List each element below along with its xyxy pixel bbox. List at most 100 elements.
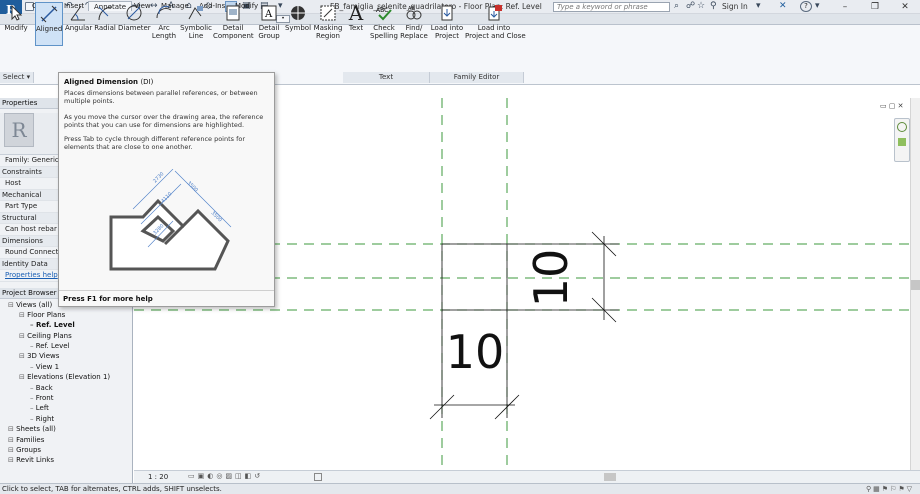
view-scale[interactable]: 1 : 20 xyxy=(148,473,168,481)
find-replace-icon: AB xyxy=(406,6,422,20)
horizontal-scroll-thumb[interactable] xyxy=(604,473,616,481)
browser-item[interactable]: ⊟ Sheets (all) xyxy=(0,424,132,434)
browser-item[interactable]: ⊟ Ceiling Plans xyxy=(0,331,132,341)
text-tool-icon: A xyxy=(348,1,364,25)
symbolic-line-button[interactable]: Symbolic Line xyxy=(180,2,212,46)
horizontal-dimension-text[interactable]: 10 xyxy=(446,325,505,379)
panel-select[interactable]: Select ▾ xyxy=(0,72,34,83)
vertical-scrollbar[interactable] xyxy=(910,98,920,470)
zoom-icon[interactable] xyxy=(898,138,906,146)
detail-group-icon: A xyxy=(261,5,277,21)
browser-item[interactable]: – Ref. Level xyxy=(0,320,132,330)
browser-item[interactable]: – Left xyxy=(0,403,132,413)
detail-component-button[interactable]: Detail Component xyxy=(213,2,254,46)
load-and-close-icon xyxy=(488,5,502,21)
browser-item-label: Ref. Level xyxy=(35,342,70,351)
expand-toggle-icon[interactable]: ⊟ xyxy=(19,311,27,319)
browser-item[interactable]: – Front xyxy=(0,393,132,403)
browser-item[interactable]: ⊟ Floor Plans xyxy=(0,310,132,320)
maximize-button[interactable]: ❐ xyxy=(860,0,890,14)
detail-group-button[interactable]: A Detail Group xyxy=(256,2,282,46)
scroll-left-icon[interactable] xyxy=(314,473,322,481)
browser-item-label: Revit Links xyxy=(16,456,54,465)
expand-toggle-icon[interactable]: ⊟ xyxy=(8,446,16,454)
masking-region-icon xyxy=(320,5,336,21)
expand-toggle-icon[interactable]: ⊟ xyxy=(19,332,27,340)
user-icon[interactable]: ⚲ xyxy=(710,1,717,11)
tooltip-dim-1: 2730 xyxy=(152,171,165,184)
help-button[interactable]: ? xyxy=(800,1,812,12)
favorites-icon[interactable]: ☆ xyxy=(697,1,705,11)
browser-item[interactable]: – Back xyxy=(0,383,132,393)
diameter-dimension-button[interactable]: Diameter xyxy=(118,2,151,46)
selection-filter-icons[interactable]: ⚲▦⚑⚐⚑▽ xyxy=(866,484,914,494)
find-replace-button[interactable]: AB Find/ Replace xyxy=(400,2,428,46)
tooltip-shortcut: (DI) xyxy=(140,78,154,86)
radial-dimension-button[interactable]: Radial xyxy=(93,2,117,46)
check-spelling-icon: ABC xyxy=(376,7,392,21)
browser-item-label: View 1 xyxy=(35,362,60,371)
expand-toggle-icon[interactable]: ⊟ xyxy=(19,373,27,381)
vertical-scroll-thumb[interactable] xyxy=(911,280,920,290)
aligned-dimension-tooltip: Aligned Dimension (DI) Places dimensions… xyxy=(58,72,275,307)
vertical-dimension-text[interactable]: 10 xyxy=(524,249,578,308)
tooltip-description-3: Press Tab to cycle through different ref… xyxy=(64,135,246,152)
subscription-icon[interactable]: ☍ xyxy=(686,1,695,11)
panel-family-editor: Family Editor xyxy=(430,72,524,83)
detail-component-icon xyxy=(226,5,240,21)
detail-group-label: Detail Group xyxy=(258,24,280,40)
steering-wheel-icon[interactable] xyxy=(897,122,907,132)
symbolic-line-label: Symbolic Line xyxy=(180,24,212,40)
masking-region-button[interactable]: Masking Region xyxy=(313,2,343,46)
cursor-icon xyxy=(11,4,23,21)
browser-item[interactable]: ⊟ 3D Views xyxy=(0,351,132,361)
browser-item-label: Views (all) xyxy=(16,300,53,309)
help-dropdown-icon[interactable]: ▾ xyxy=(815,1,820,11)
minimize-button[interactable]: – xyxy=(830,0,860,14)
browser-item[interactable]: ⊟ Groups xyxy=(0,445,132,455)
angular-dimension-button[interactable]: Angular xyxy=(65,2,93,46)
navigation-bar[interactable] xyxy=(894,118,910,162)
load-and-close-label: Load into Project and Close xyxy=(465,24,526,40)
status-bar: Click to select, TAB for alternates, CTR… xyxy=(0,483,920,494)
browser-item[interactable]: ⊟ Elevations (Elevation 1) xyxy=(0,372,132,382)
aligned-label: Aligned xyxy=(36,25,63,33)
square-extrusion[interactable] xyxy=(441,243,508,311)
browser-item[interactable]: – Ref. Level xyxy=(0,341,132,351)
expand-toggle-icon[interactable]: ⊟ xyxy=(8,456,16,464)
view-control-icons[interactable]: ▭▣◐◎▨◫◧↺ xyxy=(188,472,263,480)
expand-toggle-icon[interactable]: ⊟ xyxy=(8,425,16,433)
exchange-apps-icon[interactable]: ✕ xyxy=(779,1,787,11)
browser-item[interactable]: ⊟ Revit Links xyxy=(0,455,132,465)
text-button[interactable]: A Text xyxy=(345,2,367,46)
load-into-project-button[interactable]: Load into Project xyxy=(430,2,464,46)
browser-item[interactable]: – Right xyxy=(0,414,132,424)
expand-toggle-icon[interactable]: ⊟ xyxy=(8,301,16,309)
tooltip-title-row: Aligned Dimension (DI) xyxy=(64,78,269,86)
angular-label: Angular xyxy=(65,24,93,32)
symbol-button[interactable]: Symbol xyxy=(284,2,312,46)
dropdown-icon[interactable]: ▾ xyxy=(756,1,761,11)
load-into-project-icon xyxy=(441,5,453,21)
view-control-bar: 1 : 20 ▭▣◐◎▨◫◧↺ xyxy=(134,470,920,483)
binoculars-icon[interactable]: ⌕ xyxy=(674,1,679,11)
sign-in-link[interactable]: Sign In xyxy=(722,2,748,11)
tooltip-description-2: As you move the cursor over the drawing … xyxy=(64,112,264,129)
close-window-button[interactable]: ✕ xyxy=(890,0,920,14)
view-window-controls[interactable]: ▭ ▢ ✕ xyxy=(880,102,910,112)
arc-length-button[interactable]: Arc Length xyxy=(151,2,177,46)
masking-region-label: Masking Region xyxy=(313,24,343,40)
browser-item-label: Left xyxy=(35,404,49,413)
expand-toggle-icon[interactable]: ⊟ xyxy=(8,436,16,444)
load-into-project-and-close-button[interactable]: Load into Project and Close xyxy=(465,2,526,46)
modify-button[interactable]: Modify xyxy=(3,2,29,46)
browser-item[interactable]: ⊟ Families xyxy=(0,435,132,445)
aligned-dimension-button[interactable]: Aligned xyxy=(35,2,63,46)
browser-item-label: Elevations (Elevation 1) xyxy=(27,373,111,382)
browser-item[interactable]: – View 1 xyxy=(0,362,132,372)
search-input[interactable]: Type a keyword or phrase xyxy=(553,2,670,12)
tooltip-title: Aligned Dimension xyxy=(64,78,138,86)
expand-toggle-icon[interactable]: ⊟ xyxy=(19,352,27,360)
browser-item-label: Ceiling Plans xyxy=(27,331,72,340)
check-spelling-button[interactable]: ABC Check Spelling xyxy=(369,2,399,46)
